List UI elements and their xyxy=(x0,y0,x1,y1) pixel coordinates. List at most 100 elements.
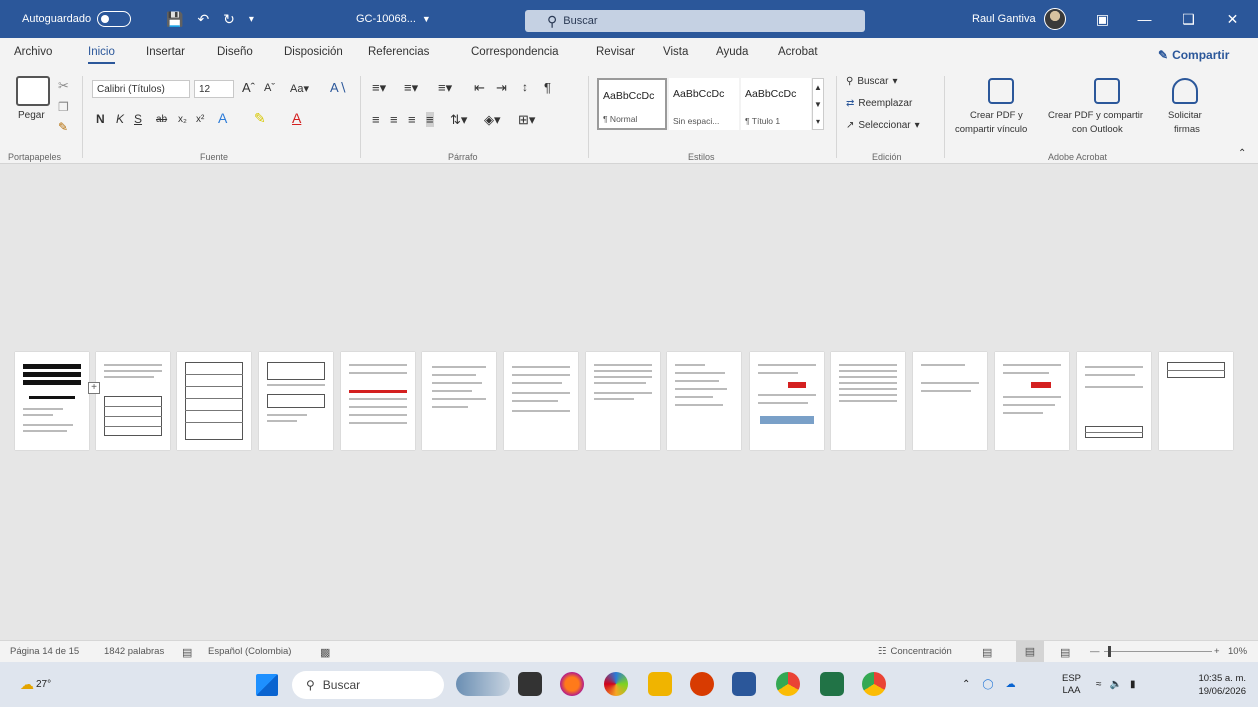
request-signatures-icon[interactable] xyxy=(1172,78,1198,104)
bold-button[interactable]: N xyxy=(96,112,105,126)
tab-revisar[interactable]: Revisar xyxy=(596,46,635,58)
pdf-outlook-icon[interactable] xyxy=(1094,78,1120,104)
print-layout-icon[interactable]: ▤ xyxy=(1016,641,1044,662)
chevron-up-icon[interactable]: ⌃ xyxy=(962,679,970,690)
subscript-icon[interactable]: x₂ xyxy=(178,114,187,125)
document-page[interactable] xyxy=(422,352,496,450)
avatar[interactable] xyxy=(1043,8,1066,30)
sort-icon[interactable]: ↕ xyxy=(522,80,528,94)
firefox-icon[interactable] xyxy=(560,672,584,696)
highlight-icon[interactable]: ✎ xyxy=(254,110,266,127)
share-button[interactable]: ✎ Compartir xyxy=(1158,44,1248,66)
zoom-slider-thumb[interactable] xyxy=(1108,646,1111,657)
text-effects-icon[interactable]: A xyxy=(218,110,227,126)
style-no-spacing[interactable]: AaBbCcDc Sin espaci... xyxy=(669,78,739,130)
word-icon[interactable] xyxy=(732,672,756,696)
document-page[interactable] xyxy=(750,352,824,450)
multilevel-list-icon[interactable]: ≡▾ xyxy=(438,80,452,96)
clock[interactable]: 10:35 a. m. 19/06/2026 xyxy=(1180,662,1246,707)
document-page[interactable] xyxy=(504,352,578,450)
document-page[interactable] xyxy=(1077,352,1151,450)
undo-icon[interactable]: ↶ xyxy=(197,11,209,28)
zoom-in-icon[interactable]: + xyxy=(1214,646,1220,657)
request-signatures-line1[interactable]: Solicitar xyxy=(1168,110,1202,121)
align-left-icon[interactable]: ≡ xyxy=(372,112,380,127)
paste-button[interactable]: Pegar xyxy=(18,110,45,121)
task-view-icon[interactable] xyxy=(518,672,542,696)
document-name[interactable]: GC-10068... ▼ xyxy=(356,0,431,38)
tab-inicio[interactable]: Inicio xyxy=(88,46,115,64)
save-icon[interactable]: 💾 xyxy=(166,11,183,28)
document-page[interactable] xyxy=(995,352,1069,450)
taskbar-search[interactable]: ⚲ Buscar xyxy=(292,671,444,699)
document-page[interactable] xyxy=(1159,352,1233,450)
format-painter-icon[interactable]: ✎ xyxy=(58,120,68,134)
maximize-icon[interactable]: ❑ xyxy=(1166,0,1211,38)
document-page[interactable] xyxy=(586,352,660,450)
ribbon-display-icon[interactable]: ▣ xyxy=(1080,0,1125,38)
tab-insertar[interactable]: Insertar xyxy=(146,46,185,58)
create-pdf-link-line2[interactable]: compartir vínculo xyxy=(955,124,1027,135)
copilot-icon[interactable] xyxy=(604,672,628,696)
copilot-tray-icon[interactable]: ◯ xyxy=(982,679,993,690)
superscript-icon[interactable]: x² xyxy=(196,114,204,125)
autosave-control[interactable]: Autoguardado xyxy=(22,0,132,38)
zoom-slider[interactable] xyxy=(1104,651,1212,652)
close-icon[interactable]: ✕ xyxy=(1210,0,1255,38)
select-button[interactable]: ↗ Seleccionar ▾ xyxy=(846,120,920,131)
font-size-box[interactable]: 12 xyxy=(194,80,234,98)
grow-font-icon[interactable]: Aˆ xyxy=(242,80,255,95)
create-pdf-outlook-line2[interactable]: con Outlook xyxy=(1072,124,1123,135)
tab-ayuda[interactable]: Ayuda xyxy=(716,46,748,58)
document-page[interactable] xyxy=(259,352,333,450)
shading-icon[interactable]: ◈▾ xyxy=(484,112,501,128)
table-move-handle[interactable]: + xyxy=(88,382,100,394)
focus-button[interactable]: ☷ Concentración xyxy=(878,646,952,657)
justify-icon[interactable]: ≡ xyxy=(426,112,434,127)
tab-referencias[interactable]: Referencias xyxy=(368,46,429,58)
minimize-icon[interactable]: — xyxy=(1122,0,1167,38)
zoom-out-icon[interactable]: — xyxy=(1090,646,1100,657)
pdf-link-icon[interactable] xyxy=(988,78,1014,104)
align-center-icon[interactable]: ≡ xyxy=(390,112,398,127)
line-spacing-icon[interactable]: ⇅▾ xyxy=(450,112,467,128)
powerpoint-icon[interactable] xyxy=(690,672,714,696)
document-page[interactable] xyxy=(177,352,251,450)
copy-icon[interactable]: ❐ xyxy=(58,100,69,114)
decrease-indent-icon[interactable]: ⇤ xyxy=(474,80,485,96)
font-name-box[interactable]: Calibri (Títulos) xyxy=(92,80,190,98)
collapse-ribbon-icon[interactable]: ⌃ xyxy=(1238,148,1246,159)
web-layout-icon[interactable]: ▤ xyxy=(1060,646,1070,659)
system-tray[interactable]: ≈ 🔈 ▮ xyxy=(1096,662,1135,707)
word-count[interactable]: 1842 palabras xyxy=(104,646,164,657)
document-page[interactable] xyxy=(667,352,741,450)
input-language[interactable]: ESP LAA xyxy=(1062,662,1081,707)
autosave-toggle[interactable] xyxy=(97,11,132,27)
font-color-icon[interactable]: A xyxy=(292,110,301,126)
paste-icon[interactable] xyxy=(16,76,50,106)
create-pdf-link-line1[interactable]: Crear PDF y xyxy=(970,110,1023,121)
borders-icon[interactable]: ⊞▾ xyxy=(518,112,535,128)
title-search-box[interactable]: ⚲ Buscar xyxy=(525,10,865,32)
onedrive-icon[interactable]: ☁ xyxy=(1006,679,1016,690)
excel-icon[interactable] xyxy=(820,672,844,696)
read-mode-icon[interactable]: ▤ xyxy=(982,646,992,659)
document-page[interactable] xyxy=(96,352,170,450)
cut-icon[interactable]: ✂ xyxy=(58,78,69,94)
italic-button[interactable]: K xyxy=(116,112,124,126)
clear-format-icon[interactable]: A∖ xyxy=(330,80,347,96)
underline-button[interactable]: S xyxy=(134,112,142,126)
document-page[interactable] xyxy=(341,352,415,450)
replace-button[interactable]: ⇄ Reemplazar xyxy=(846,98,912,109)
document-page[interactable] xyxy=(913,352,987,450)
tab-archivo[interactable]: Archivo xyxy=(14,46,52,58)
styles-scroll[interactable]: ▲ ▼ ▾ xyxy=(812,78,824,130)
tab-acrobat[interactable]: Acrobat xyxy=(778,46,818,58)
document-page[interactable] xyxy=(831,352,905,450)
show-marks-icon[interactable]: ¶ xyxy=(544,80,551,95)
start-icon[interactable] xyxy=(256,674,278,696)
document-page[interactable] xyxy=(15,352,89,450)
tab-disposicion[interactable]: Disposición xyxy=(284,46,343,58)
user-account[interactable]: Raul Gantiva xyxy=(972,0,1066,38)
language-indicator[interactable]: Español (Colombia) xyxy=(208,646,291,657)
